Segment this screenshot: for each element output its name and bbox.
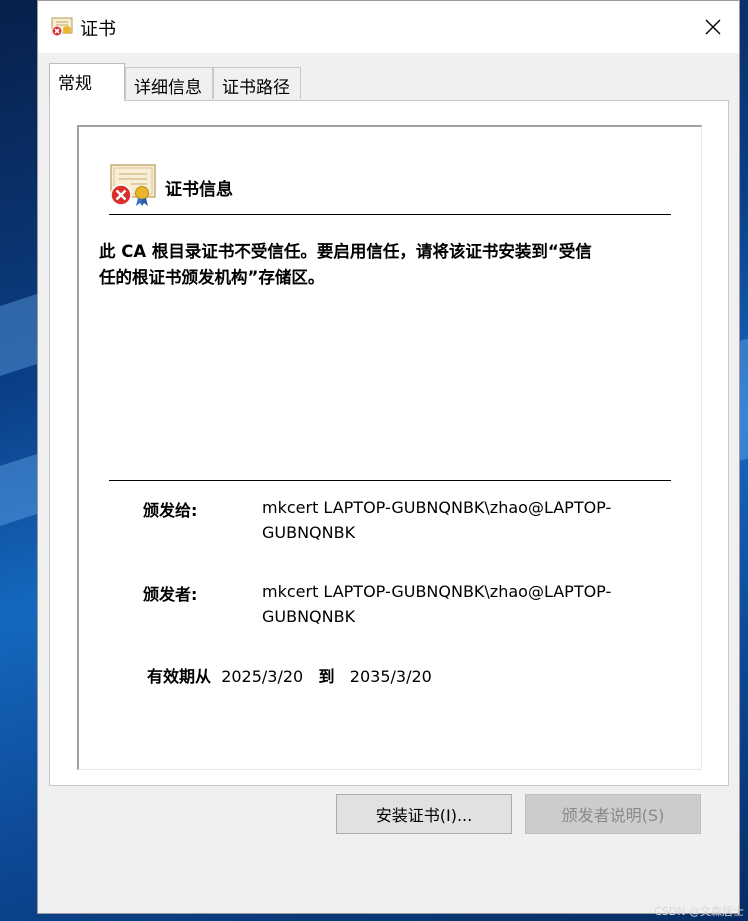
validity-period: 有效期从 2025/3/20 到 2035/3/20 — [147, 663, 432, 687]
certificate-error-icon — [109, 163, 159, 207]
trust-warning-message: 此 CA 根目录证书不受信任。要启用信任，请将该证书安装到“受信 任的根证书颁发… — [99, 239, 659, 291]
divider — [109, 214, 671, 215]
desktop-light-beam — [0, 453, 37, 527]
issued-to-line: GUBNQNBK — [262, 523, 356, 542]
watermark: CSDN @文森居士 — [654, 905, 744, 918]
warning-line: 此 CA 根目录证书不受信任。要启用信任，请将该证书安装到“受信 — [99, 242, 592, 261]
divider — [109, 480, 671, 481]
issued-by-label: 颁发者: — [143, 585, 198, 604]
issued-to-label: 颁发给: — [143, 501, 198, 520]
install-certificate-button[interactable]: 安装证书(I)... — [336, 794, 512, 834]
issuer-statement-button[interactable]: 颁发者说明(S) — [525, 794, 701, 834]
certificate-info-box: 证书信息 此 CA 根目录证书不受信任。要启用信任，请将该证书安装到“受信 任的… — [77, 125, 702, 770]
issued-to-value: mkcert LAPTOP-GUBNQNBK\zhao@LAPTOP- GUBN… — [262, 495, 662, 545]
issued-by-line: mkcert LAPTOP-GUBNQNBK\zhao@LAPTOP- — [262, 582, 612, 601]
tab-general[interactable]: 常规 — [49, 63, 125, 101]
tab-certification-path[interactable]: 证书路径 — [213, 67, 301, 99]
certificate-info-heading: 证书信息 — [165, 180, 233, 200]
window-title: 证书 — [80, 19, 116, 40]
warning-line: 任的根证书颁发机构”存储区。 — [99, 268, 325, 287]
title-bar: 证书 — [38, 1, 739, 53]
issued-by-value: mkcert LAPTOP-GUBNQNBK\zhao@LAPTOP- GUBN… — [262, 579, 662, 629]
tab-details[interactable]: 详细信息 — [125, 67, 213, 99]
certificate-error-icon — [50, 15, 74, 39]
valid-to-label: 到 — [318, 667, 335, 686]
valid-to-date: 2035/3/20 — [349, 667, 432, 686]
certificate-dialog: 证书 常规 详细信息 证书路径 证书信息 此 CA 根目录证书不受信任。要启用信… — [37, 0, 740, 914]
issued-to-line: mkcert LAPTOP-GUBNQNBK\zhao@LAPTOP- — [262, 498, 612, 517]
issued-by-line: GUBNQNBK — [262, 607, 356, 626]
close-icon — [705, 19, 721, 35]
valid-from-label: 有效期从 — [147, 667, 212, 686]
valid-from-date: 2025/3/20 — [221, 667, 304, 686]
tab-panel-general: 证书信息 此 CA 根目录证书不受信任。要启用信任，请将该证书安装到“受信 任的… — [49, 100, 729, 786]
close-button[interactable] — [699, 13, 727, 41]
desktop-light-beam — [0, 293, 37, 377]
